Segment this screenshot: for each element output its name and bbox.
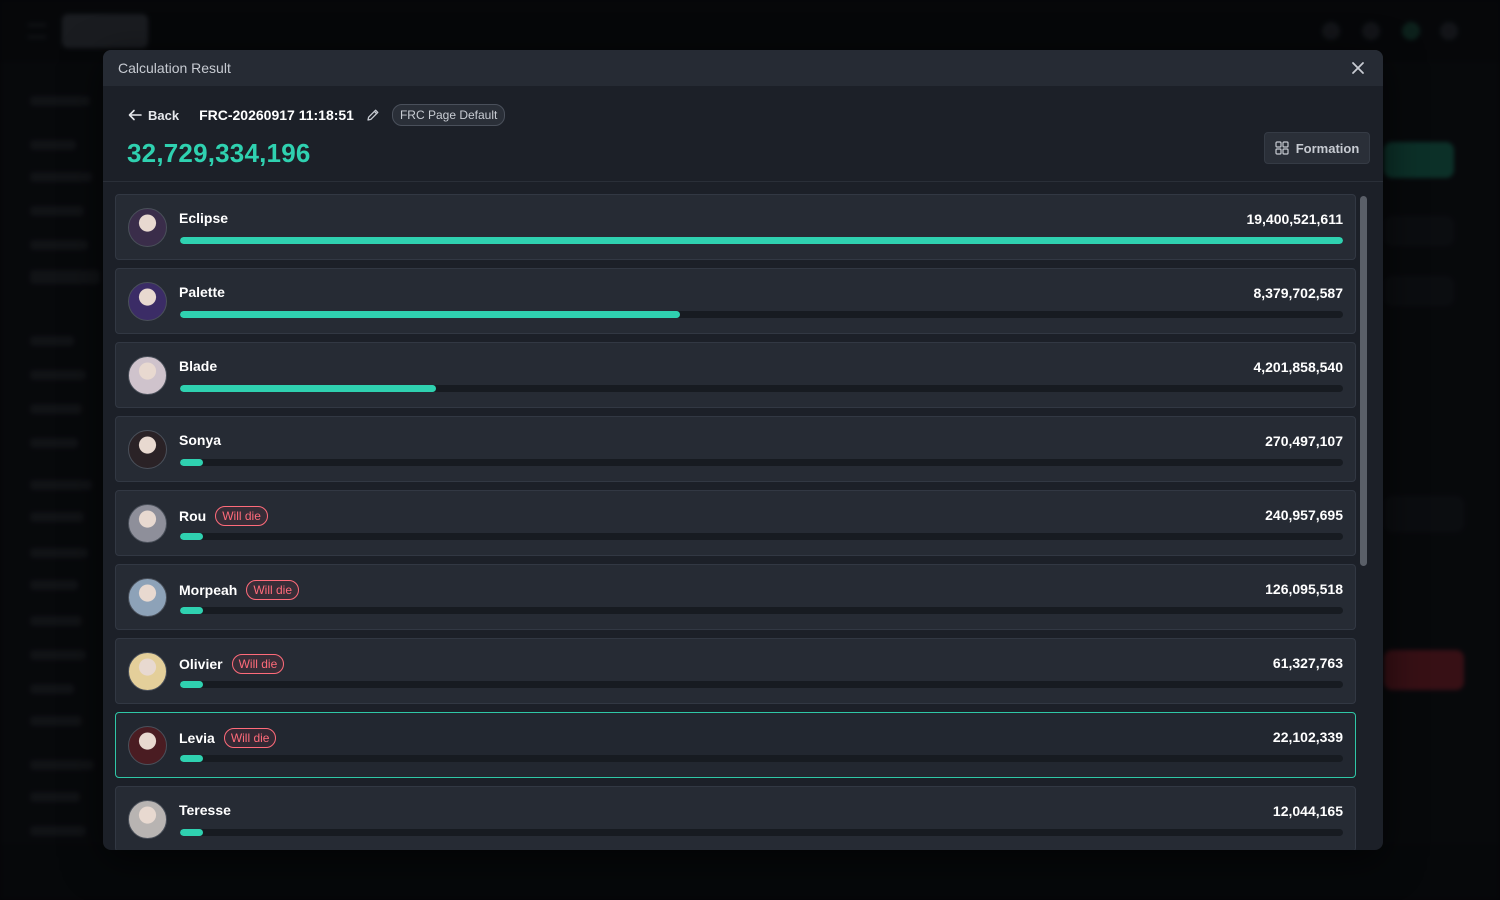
will-die-badge: Will die xyxy=(223,728,277,748)
edit-name-button[interactable] xyxy=(366,108,380,122)
unit-name-row: Teresse xyxy=(179,802,231,818)
unit-avatar xyxy=(128,282,167,321)
result-title-row: Back FRC-20260917 11:18:51 FRC Page Defa… xyxy=(128,104,506,126)
unit-damage-list[interactable]: Eclipse 19,400,521,611 Palette 8,379,702,58… xyxy=(115,194,1356,850)
unit-name: Palette xyxy=(179,284,225,300)
damage-bar-track xyxy=(180,755,1343,762)
unit-name: Morpeah xyxy=(179,582,238,598)
unit-name-row: Morpeah Will die xyxy=(179,580,300,600)
unit-damage-value: 126,095,518 xyxy=(1265,581,1343,597)
grid-icon xyxy=(1275,141,1289,155)
unit-name-row: Sonya xyxy=(179,432,221,448)
formation-label: Formation xyxy=(1295,140,1360,156)
damage-bar-track xyxy=(180,607,1343,614)
unit-name: Eclipse xyxy=(179,210,229,226)
unit-name-row: Olivier Will die xyxy=(179,654,285,674)
damage-bar-fill xyxy=(180,311,681,318)
damage-bar-track xyxy=(180,681,1343,688)
damage-bar-track xyxy=(180,829,1343,836)
unit-avatar xyxy=(128,652,167,691)
close-icon xyxy=(1352,62,1364,74)
unit-name-row: Palette xyxy=(179,284,225,300)
unit-name: Rou xyxy=(179,508,207,524)
damage-bar-fill xyxy=(180,681,204,688)
unit-avatar xyxy=(128,578,167,617)
formation-button[interactable]: Formation xyxy=(1264,132,1370,164)
unit-avatar xyxy=(128,726,167,765)
result-header: Back FRC-20260917 11:18:51 FRC Page Defa… xyxy=(103,86,1383,182)
unit-name-row: Rou Will die xyxy=(179,506,268,526)
damage-bar-track xyxy=(180,385,1343,392)
unit-row[interactable]: Morpeah Will die 126,095,518 xyxy=(115,564,1356,630)
pencil-icon xyxy=(367,109,379,121)
calculation-result-modal: Calculation Result Back FRC-20260917 11:… xyxy=(103,50,1383,850)
unit-avatar xyxy=(128,504,167,543)
damage-bar-track xyxy=(180,533,1343,540)
unit-avatar xyxy=(128,430,167,469)
damage-bar-fill xyxy=(180,607,204,614)
unit-avatar xyxy=(128,208,167,247)
unit-name-row: Blade xyxy=(179,358,217,374)
unit-name: Sonya xyxy=(179,432,222,448)
unit-name: Levia xyxy=(179,730,215,746)
unit-damage-value: 8,379,702,587 xyxy=(1253,285,1343,301)
unit-row[interactable]: Rou Will die 240,957,695 xyxy=(115,490,1356,556)
unit-row[interactable]: Blade 4,201,858,540 xyxy=(115,342,1356,408)
damage-bar-fill xyxy=(180,533,204,540)
back-button[interactable]: Back xyxy=(128,108,179,123)
close-button[interactable] xyxy=(1348,58,1368,78)
unit-damage-value: 61,327,763 xyxy=(1272,655,1343,671)
will-die-badge: Will die xyxy=(231,654,285,674)
damage-bar-fill xyxy=(180,385,436,392)
damage-bar-track xyxy=(180,459,1343,466)
modal-title: Calculation Result xyxy=(118,60,231,76)
unit-damage-value: 240,957,695 xyxy=(1265,507,1343,523)
damage-bar-fill xyxy=(180,237,1343,244)
unit-damage-value: 22,102,339 xyxy=(1272,729,1343,745)
unit-name-row: Eclipse xyxy=(179,210,228,226)
unit-name: Blade xyxy=(179,358,218,374)
unit-name: Olivier xyxy=(179,656,223,672)
modal-header: Calculation Result xyxy=(103,50,1383,86)
unit-row[interactable]: Palette 8,379,702,587 xyxy=(115,268,1356,334)
damage-bar-track xyxy=(180,311,1343,318)
unit-name-row: Levia Will die xyxy=(179,728,277,748)
unit-damage-value: 270,497,107 xyxy=(1265,433,1343,449)
total-damage: 32,729,334,196 xyxy=(127,138,311,168)
will-die-badge: Will die xyxy=(215,506,268,526)
list-scrollbar[interactable] xyxy=(1360,196,1367,566)
damage-bar-fill xyxy=(180,755,204,762)
unit-row[interactable]: Olivier Will die 61,327,763 xyxy=(115,638,1356,704)
will-die-badge: Will die xyxy=(246,580,300,600)
unit-name: Teresse xyxy=(179,802,231,818)
unit-row[interactable]: Sonya 270,497,107 xyxy=(115,416,1356,482)
unit-damage-value: 19,400,521,611 xyxy=(1246,211,1343,227)
preset-tag: FRC Page Default xyxy=(391,104,506,126)
back-label: Back xyxy=(148,107,180,123)
unit-avatar xyxy=(128,356,167,395)
unit-row[interactable]: Levia Will die 22,102,339 xyxy=(115,712,1356,778)
arrow-left-icon xyxy=(128,109,142,121)
damage-bar-fill xyxy=(180,829,204,836)
unit-avatar xyxy=(128,800,167,839)
unit-damage-value: 12,044,165 xyxy=(1272,803,1343,819)
damage-bar-track xyxy=(180,237,1343,244)
unit-damage-value: 4,201,858,540 xyxy=(1253,359,1343,375)
unit-row[interactable]: Teresse 12,044,165 xyxy=(115,786,1356,850)
calculation-name: FRC-20260917 11:18:51 xyxy=(199,107,354,123)
unit-row[interactable]: Eclipse 19,400,521,611 xyxy=(115,194,1356,260)
damage-bar-fill xyxy=(180,459,204,466)
